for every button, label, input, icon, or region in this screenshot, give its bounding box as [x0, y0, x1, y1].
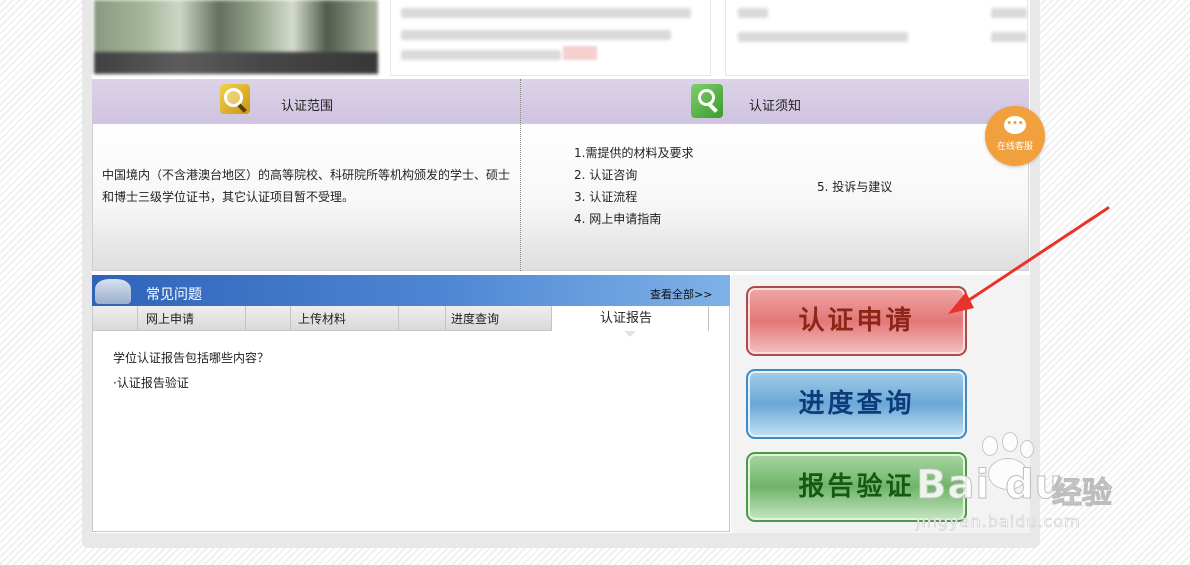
paw-icon — [1020, 440, 1034, 458]
watermark-url: jingyan.baidu.com — [916, 512, 1081, 532]
baidu-watermark: Bai du 经验 jingyan.baidu.com — [912, 432, 1142, 542]
paw-icon — [1002, 432, 1018, 452]
watermark-cn: 经验 — [1052, 476, 1113, 512]
watermark-brand: Bai du — [915, 462, 1065, 509]
paw-icon — [982, 436, 998, 456]
